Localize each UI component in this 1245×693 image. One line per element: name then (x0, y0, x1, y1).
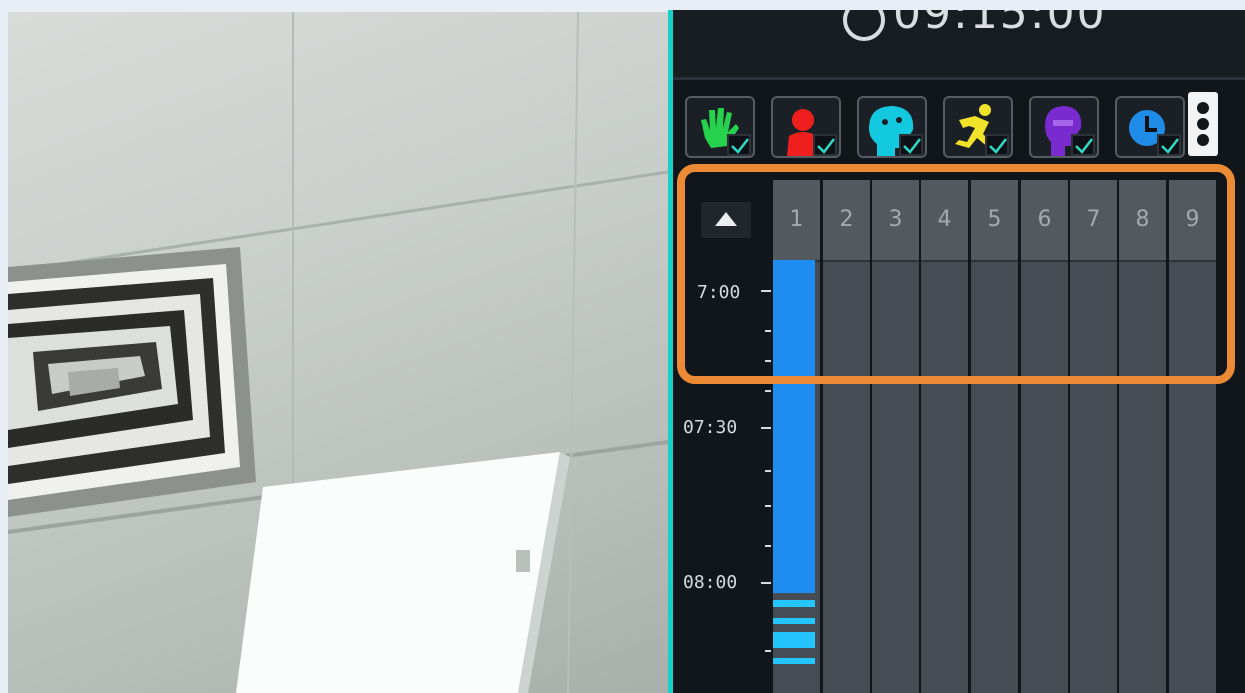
time-label: 07:30 (683, 417, 738, 438)
major-tick (761, 427, 771, 429)
time-label: 08:00 (683, 572, 738, 593)
minor-tick (765, 470, 771, 472)
person-icon[interactable] (771, 96, 841, 158)
minor-tick (765, 545, 771, 547)
checkbox-checked[interactable] (985, 134, 1009, 156)
recording-segment[interactable] (773, 658, 815, 664)
event-filter-row (685, 96, 1245, 162)
running-man-icon[interactable] (943, 96, 1013, 158)
major-tick (761, 582, 771, 584)
minor-tick (765, 390, 771, 392)
checkbox-checked[interactable] (813, 134, 837, 156)
ceiling-scene-image (8, 12, 668, 693)
face-recognition-icon[interactable] (1029, 96, 1099, 158)
more-vertical-icon[interactable] (1188, 92, 1218, 156)
recording-segment[interactable] (773, 600, 815, 607)
checkbox-checked[interactable] (899, 134, 923, 156)
recording-segment[interactable] (773, 632, 815, 648)
clock-icon (843, 10, 885, 41)
checkbox-checked[interactable] (1071, 134, 1095, 156)
face-icon[interactable] (857, 96, 927, 158)
live-camera-view[interactable] (8, 12, 668, 693)
ceiling-vent (8, 247, 256, 517)
time-display: 09:15:00 (843, 10, 1107, 41)
checkbox-checked[interactable] (727, 134, 751, 156)
ceiling-light (236, 452, 570, 693)
schedule-icon[interactable] (1115, 96, 1185, 158)
hand-icon[interactable] (685, 96, 755, 158)
highlight-box (677, 164, 1235, 384)
minor-tick (765, 650, 771, 652)
recording-segment[interactable] (773, 618, 815, 624)
current-time: 09:15:00 (893, 10, 1107, 39)
checkbox-checked[interactable] (1157, 134, 1181, 156)
clock-bar: 09:15:00 (673, 10, 1245, 80)
minor-tick (765, 505, 771, 507)
